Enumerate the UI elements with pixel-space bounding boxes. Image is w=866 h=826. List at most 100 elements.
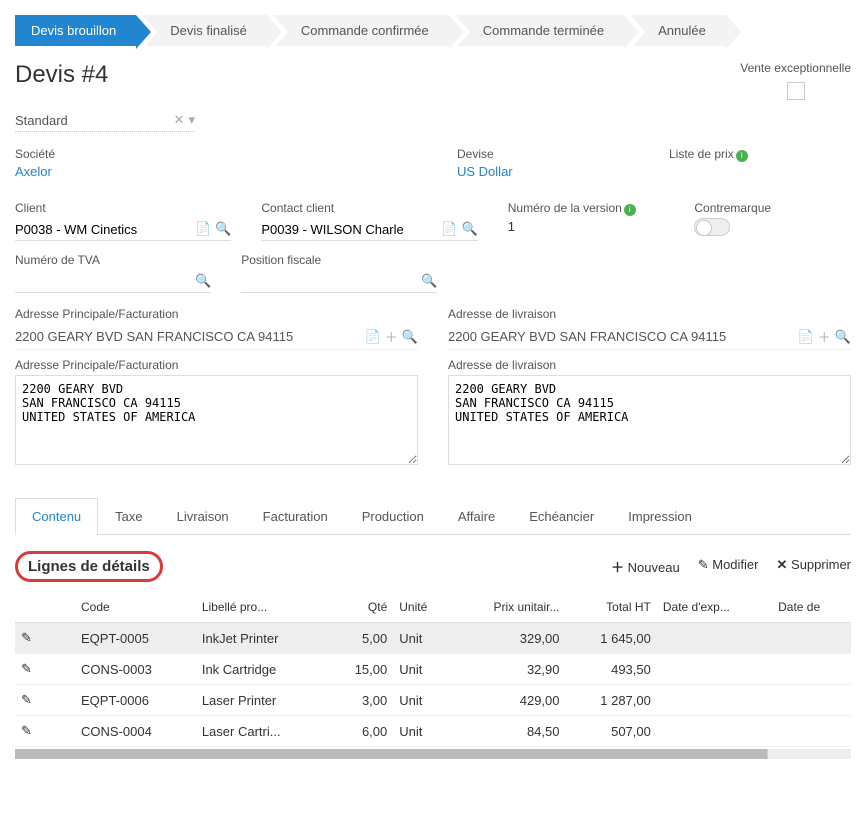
col-total[interactable]: Total HT xyxy=(566,592,657,623)
edit-button[interactable]: ✎ Modifier xyxy=(698,557,759,576)
doc-icon[interactable]: 📄 xyxy=(798,329,814,345)
table-row[interactable]: ✎CONS-0003Ink Cartridge15,00Unit32,90493… xyxy=(15,654,851,685)
search-icon[interactable]: 🔍 xyxy=(421,273,437,289)
devise-value[interactable]: US Dollar xyxy=(457,164,639,179)
pencil-icon: ✎ xyxy=(698,557,709,572)
step-completed[interactable]: Commande terminée xyxy=(455,15,624,46)
clear-icon[interactable]: ✕ xyxy=(174,112,185,128)
cell-qte: 5,00 xyxy=(328,623,393,654)
search-icon[interactable]: 🔍 xyxy=(462,221,478,237)
vente-ex-checkbox[interactable] xyxy=(787,82,805,100)
cell-qte: 15,00 xyxy=(328,654,393,685)
fiscale-label: Position fiscale xyxy=(241,253,437,267)
horizontal-scrollbar[interactable] xyxy=(15,749,851,759)
addr-fact-line: 2200 GEARY BVD SAN FRANCISCO CA 94115 📄 … xyxy=(15,324,418,350)
pencil-icon[interactable]: ✎ xyxy=(21,661,32,676)
contremarque-toggle[interactable] xyxy=(694,218,730,236)
standard-label: Standard xyxy=(15,113,170,128)
tva-input-wrap: 🔍 xyxy=(15,270,211,293)
devise-label: Devise xyxy=(457,147,639,161)
col-date[interactable]: Date de xyxy=(772,592,851,623)
cell-total: 1 287,00 xyxy=(566,685,657,716)
societe-value[interactable]: Axelor xyxy=(15,164,197,179)
cell-unite: Unit xyxy=(393,716,451,747)
plus-icon: ＋ xyxy=(611,560,624,575)
contact-input[interactable] xyxy=(261,222,437,237)
tva-input[interactable] xyxy=(15,274,191,289)
prix-label: Liste de prixi xyxy=(669,147,851,162)
table-row[interactable]: ✎EQPT-0006Laser Printer3,00Unit429,001 2… xyxy=(15,685,851,716)
tab-impression[interactable]: Impression xyxy=(611,498,709,534)
addr-liv-textarea[interactable] xyxy=(448,375,851,465)
col-qte[interactable]: Qté xyxy=(328,592,393,623)
cell-total: 1 645,00 xyxy=(566,623,657,654)
cell-prix: 32,90 xyxy=(452,654,566,685)
col-exp[interactable]: Date d'exp... xyxy=(657,592,772,623)
col-libelle[interactable]: Libellé pro... xyxy=(196,592,328,623)
tabs: Contenu Taxe Livraison Facturation Produ… xyxy=(15,498,851,535)
info-icon[interactable]: i xyxy=(624,204,636,216)
new-button[interactable]: ＋ Nouveau xyxy=(611,557,680,576)
fiscale-input-wrap: 🔍 xyxy=(241,270,437,293)
fiscale-input[interactable] xyxy=(241,274,417,289)
cell-total: 493,50 xyxy=(566,654,657,685)
cell-code: EQPT-0005 xyxy=(75,623,196,654)
addr-fact-textarea[interactable] xyxy=(15,375,418,465)
standard-select[interactable]: Standard ✕ ▾ xyxy=(15,109,195,132)
tab-affaire[interactable]: Affaire xyxy=(441,498,512,534)
table-row[interactable]: ✎EQPT-0005InkJet Printer5,00Unit329,001 … xyxy=(15,623,851,654)
cell-qte: 6,00 xyxy=(328,716,393,747)
vente-exceptionnelle-group: Vente exceptionnelle xyxy=(740,61,851,103)
cell-lib: Ink Cartridge xyxy=(196,654,328,685)
cell-code: CONS-0004 xyxy=(75,716,196,747)
cell-qte: 3,00 xyxy=(328,685,393,716)
search-icon[interactable]: 🔍 xyxy=(195,273,211,289)
search-icon[interactable]: 🔍 xyxy=(215,221,231,237)
tab-echeancier[interactable]: Echéancier xyxy=(512,498,611,534)
client-input[interactable] xyxy=(15,222,191,237)
pencil-icon[interactable]: ✎ xyxy=(21,692,32,707)
step-finalized[interactable]: Devis finalisé xyxy=(142,15,267,46)
table-row[interactable]: ✎CONS-0004Laser Cartri...6,00Unit84,5050… xyxy=(15,716,851,747)
addr-liv-label: Adresse de livraison xyxy=(448,307,851,321)
tab-taxe[interactable]: Taxe xyxy=(98,498,159,534)
societe-label: Société xyxy=(15,147,197,161)
cell-unite: Unit xyxy=(393,685,451,716)
vente-ex-label: Vente exceptionnelle xyxy=(740,61,851,75)
step-confirmed[interactable]: Commande confirmée xyxy=(273,15,449,46)
cell-prix: 429,00 xyxy=(452,685,566,716)
tab-facturation[interactable]: Facturation xyxy=(246,498,345,534)
cell-prix: 329,00 xyxy=(452,623,566,654)
step-cancelled[interactable]: Annulée xyxy=(630,15,726,46)
lines-table: Code Libellé pro... Qté Unité Prix unita… xyxy=(15,592,851,747)
contact-label: Contact client xyxy=(261,201,477,215)
doc-icon[interactable]: 📄 xyxy=(441,221,457,237)
info-icon[interactable]: i xyxy=(736,150,748,162)
plus-icon[interactable]: ＋ xyxy=(818,327,831,346)
col-unite[interactable]: Unité xyxy=(393,592,451,623)
search-icon[interactable]: 🔍 xyxy=(402,329,418,345)
pencil-icon[interactable]: ✎ xyxy=(21,630,32,645)
col-prix[interactable]: Prix unitair... xyxy=(452,592,566,623)
cell-code: EQPT-0006 xyxy=(75,685,196,716)
section-actions: ＋ Nouveau ✎ Modifier ✕ Supprimer xyxy=(611,557,851,576)
plus-icon[interactable]: ＋ xyxy=(385,327,398,346)
step-draft[interactable]: Devis brouillon xyxy=(15,15,136,46)
tab-contenu[interactable]: Contenu xyxy=(15,498,98,535)
tab-livraison[interactable]: Livraison xyxy=(160,498,246,534)
pencil-icon[interactable]: ✎ xyxy=(21,723,32,738)
contremarque-label: Contremarque xyxy=(694,201,851,215)
col-code[interactable]: Code xyxy=(75,592,196,623)
cell-code: CONS-0003 xyxy=(75,654,196,685)
version-value: 1 xyxy=(508,219,665,234)
tab-production[interactable]: Production xyxy=(345,498,441,534)
cell-prix: 84,50 xyxy=(452,716,566,747)
doc-icon[interactable]: 📄 xyxy=(365,329,381,345)
cell-unite: Unit xyxy=(393,623,451,654)
tva-label: Numéro de TVA xyxy=(15,253,211,267)
search-icon[interactable]: 🔍 xyxy=(835,329,851,345)
chevron-down-icon[interactable]: ▾ xyxy=(188,112,195,128)
addr-fact-label: Adresse Principale/Facturation xyxy=(15,307,418,321)
delete-button[interactable]: ✕ Supprimer xyxy=(777,557,852,576)
doc-icon[interactable]: 📄 xyxy=(195,221,211,237)
